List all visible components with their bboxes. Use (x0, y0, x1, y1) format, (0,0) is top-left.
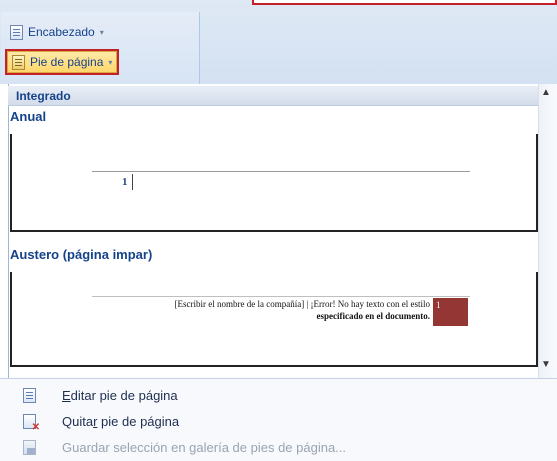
text-cursor (132, 174, 133, 190)
chevron-down-icon: ▾ (99, 27, 104, 37)
document-header-icon (10, 24, 23, 40)
page-number: 1 (436, 300, 441, 310)
encabezado-label: Encabezado (28, 25, 95, 39)
remove-footer-menu-item[interactable]: Quitar pie de página (0, 409, 557, 435)
section-header-label: Integrado (16, 89, 71, 103)
save-to-gallery-icon (23, 440, 36, 455)
remove-footer-label: Quitar pie de página (62, 414, 180, 429)
scroll-up-icon[interactable]: ▲ (541, 87, 551, 98)
encabezado-button[interactable]: Encabezado ▾ (6, 22, 108, 42)
highlight-frame (252, 0, 557, 5)
austero-preview-text: [Escribir el nombre de la compañía] | ¡E… (92, 298, 430, 322)
gallery-item-anual[interactable]: 1 (10, 134, 538, 232)
footer-menu: Editar pie de página Quitar pie de págin… (0, 378, 557, 461)
chevron-down-icon: ▾ (108, 57, 113, 67)
footer-rule (92, 296, 470, 297)
footer-rule (92, 171, 470, 172)
page-number: 1 (122, 176, 128, 188)
gallery-scrollbar[interactable] (538, 84, 557, 378)
scroll-down-icon[interactable]: ▼ (541, 359, 551, 370)
gallery-item-austero[interactable]: [Escribir el nombre de la compañía] | ¡E… (10, 272, 538, 367)
save-selection-menu-item[interactable]: Guardar selección en galería de pies de … (0, 435, 557, 461)
austero-preview-line-1: [Escribir el nombre de la compañía] | ¡E… (174, 299, 430, 309)
gallery-item-label-anual: Anual (10, 109, 47, 124)
gallery-item-label-austero: Austero (página impar) (10, 247, 153, 262)
pie-de-pagina-label: Pie de página (30, 55, 104, 69)
save-selection-label: Guardar selección en galería de pies de … (62, 440, 347, 455)
document-footer-icon (12, 54, 25, 70)
edit-footer-label: Editar pie de página (62, 388, 178, 403)
edit-footer-menu-item[interactable]: Editar pie de página (0, 383, 557, 409)
pie-de-pagina-button[interactable]: Pie de página ▾ (4, 49, 120, 75)
page-number-box: 1 (433, 298, 468, 326)
edit-footer-icon (23, 388, 36, 403)
austero-preview-line-2: especificado en el documento. (316, 311, 430, 321)
gallery-section-header: Integrado (8, 86, 538, 106)
remove-footer-icon (23, 414, 40, 433)
